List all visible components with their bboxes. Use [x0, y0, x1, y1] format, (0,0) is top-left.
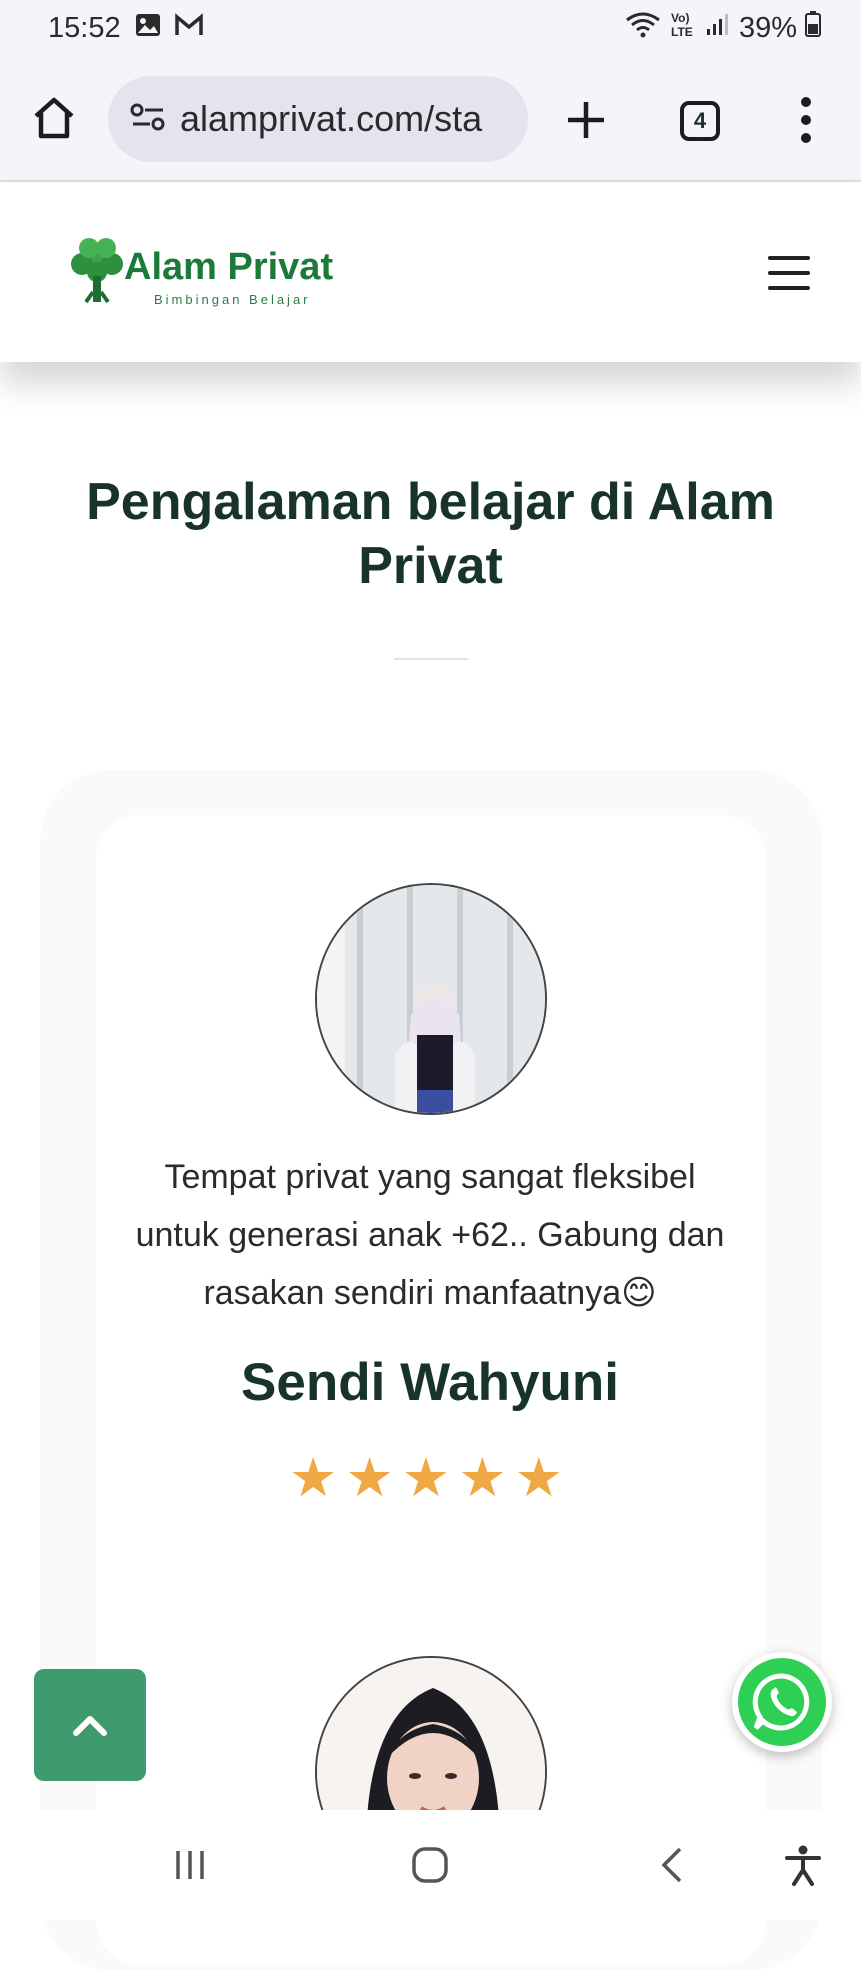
- back-to-top-button[interactable]: [34, 1669, 146, 1781]
- browser-toolbar: alamprivat.com/sta 4: [0, 56, 861, 182]
- address-bar[interactable]: alamprivat.com/sta: [108, 76, 528, 162]
- chevron-up-icon: [73, 1716, 107, 1736]
- tree-logo-icon: [71, 238, 123, 304]
- new-tab-button[interactable]: [562, 96, 610, 144]
- site-header: Alam Privat Bimbingan Belajar: [0, 184, 861, 362]
- hamburger-line: [768, 286, 810, 290]
- house-icon: [34, 97, 74, 139]
- battery-percent: 39%: [738, 11, 797, 44]
- gallery-icon: [135, 12, 161, 45]
- reviewer-photo-icon: [317, 885, 545, 1113]
- gmail-icon: [174, 12, 203, 45]
- signal-icon: [705, 11, 731, 45]
- home-icon: [412, 1847, 448, 1883]
- status-bar: 15:52 Vo) LTE 39%: [0, 0, 861, 56]
- tab-count: 4: [693, 108, 707, 133]
- accessibility-icon: [785, 1845, 821, 1886]
- home-nav-button[interactable]: [408, 1840, 452, 1890]
- site-settings-icon[interactable]: [130, 102, 166, 137]
- testimonial-text: Tempat privat yang sangat fleksibel untu…: [135, 1158, 725, 1312]
- section-title: Pengalaman belajar di Alam Privat: [86, 473, 775, 595]
- wifi-icon: [625, 10, 661, 46]
- title-divider: [394, 658, 468, 660]
- browser-menu-button[interactable]: [796, 94, 816, 146]
- back-nav-button[interactable]: [652, 1840, 692, 1890]
- accessibility-button[interactable]: [782, 1840, 824, 1890]
- whatsapp-icon: [752, 1673, 810, 1731]
- plus-icon: [568, 102, 604, 138]
- whatsapp-button[interactable]: [732, 1652, 832, 1752]
- volte-icon: Vo) LTE: [669, 9, 697, 47]
- brand-tagline: Bimbingan Belajar: [154, 292, 311, 307]
- hamburger-line: [768, 271, 810, 275]
- back-icon: [661, 1847, 682, 1883]
- hamburger-line: [768, 256, 810, 260]
- hamburger-menu-button[interactable]: [768, 256, 810, 290]
- more-vert-icon: [801, 97, 811, 143]
- recent-apps-icon: [176, 1851, 204, 1879]
- reviewer-avatar: [315, 883, 547, 1115]
- url-text[interactable]: alamprivat.com/sta: [180, 98, 520, 140]
- svg-text:LTE: LTE: [671, 25, 693, 39]
- site-logo[interactable]: Alam Privat Bimbingan Belajar: [68, 236, 368, 316]
- recent-apps-button[interactable]: [168, 1840, 212, 1890]
- rating-stars: ★★★★★: [288, 1448, 572, 1508]
- brand-name: Alam Privat: [124, 246, 334, 288]
- tab-switcher-button[interactable]: 4: [680, 101, 720, 141]
- reviewer-name: Sendi Wahyuni: [241, 1353, 619, 1412]
- system-nav-bar: [0, 1810, 861, 1920]
- battery-icon: [805, 10, 821, 46]
- home-button[interactable]: [30, 94, 78, 142]
- status-time: 15:52: [48, 11, 121, 44]
- svg-text:Vo): Vo): [671, 11, 689, 25]
